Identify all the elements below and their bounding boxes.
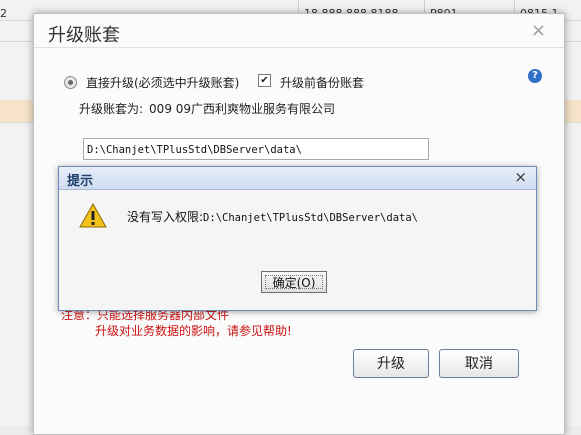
target-account-label: 升级账套为: [79,102,144,116]
backup-checkbox[interactable]: ✔ [258,74,271,87]
help-icon[interactable]: ? [528,69,542,83]
path-field[interactable]: D:\Chanjet\TPlusStd\DBServer\data\ [83,138,429,160]
backup-label[interactable]: 升级前备份账套 [280,74,364,91]
cancel-button[interactable]: 取消 [439,349,519,378]
direct-upgrade-radio[interactable] [64,76,77,89]
close-icon[interactable]: × [514,168,527,186]
alert-titlebar: 提示 × [59,167,536,190]
title-divider [34,47,564,48]
alert-message-label: 没有写入权限: [127,210,204,224]
upgrade-button[interactable]: 升级 [353,349,429,378]
target-account: 升级账套为: 009 09广西利爽物业服务有限公司 [79,100,335,117]
alert-message-path: D:\Chanjet\TPlusStd\DBServer\data\ [203,212,418,224]
note-line-2: 升级对业务数据的影响，请参见帮助! [95,324,292,338]
alert-title: 提示 [67,174,94,189]
dialog-title: 升级账套 [48,25,120,46]
grid-cell: 2 [0,7,7,20]
target-account-value: 009 09广西利爽物业服务有限公司 [149,102,336,116]
alert-message: 没有写入权限:D:\Chanjet\TPlusStd\DBServer\data… [127,208,418,225]
alert-dialog: 提示 × 没有写入权限:D:\Chanjet\TPlusStd\DBServer… [58,166,537,311]
close-icon[interactable]: × [531,20,546,41]
direct-upgrade-label[interactable]: 直接升级(必须选中升级账套) [86,74,239,91]
ok-button[interactable]: 确定(O) [261,271,327,293]
